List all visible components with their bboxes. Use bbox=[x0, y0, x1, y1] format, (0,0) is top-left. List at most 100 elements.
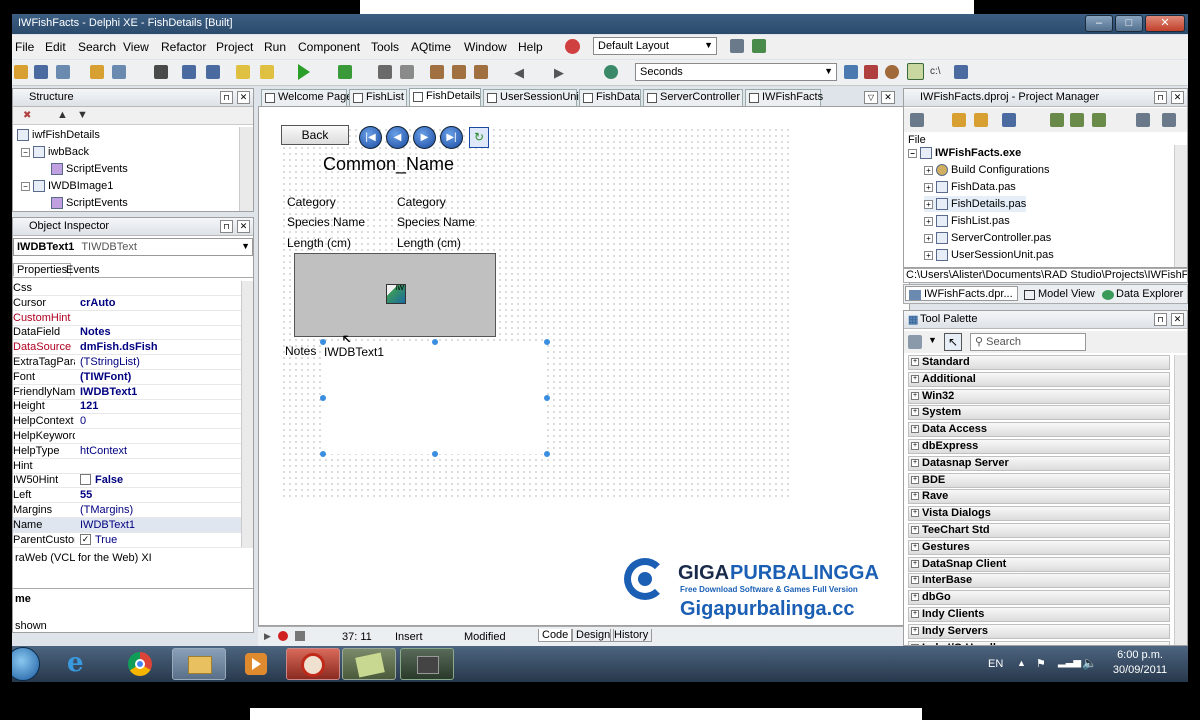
expand-icon[interactable]: + bbox=[911, 374, 919, 383]
resize-handle[interactable] bbox=[544, 395, 550, 401]
property-value[interactable]: False bbox=[95, 473, 123, 487]
property-checkbox[interactable] bbox=[80, 474, 91, 486]
palette-category[interactable]: + dbExpress bbox=[908, 439, 1170, 454]
property-value[interactable]: 0 bbox=[80, 414, 86, 428]
prior-record-button[interactable]: ◀ bbox=[386, 126, 409, 149]
menu-component[interactable]: Component bbox=[298, 40, 360, 54]
property-row[interactable]: CustomHint bbox=[13, 311, 253, 326]
tab-data-explorer[interactable]: Data Explorer bbox=[1100, 287, 1183, 300]
property-row[interactable]: HelpKeyword bbox=[13, 429, 253, 444]
forward-arrow-icon[interactable]: ▶ bbox=[554, 65, 564, 81]
tab-iwfishfacts[interactable]: IWFishFacts bbox=[745, 89, 823, 106]
menu-file[interactable]: File bbox=[15, 40, 34, 54]
tab-code[interactable]: Code bbox=[538, 629, 573, 642]
tab-history[interactable]: History bbox=[610, 629, 653, 642]
property-row[interactable]: DataField Notes bbox=[13, 325, 253, 341]
back-arrow-icon[interactable]: ◀ bbox=[514, 65, 524, 81]
remove-item-icon[interactable] bbox=[974, 113, 988, 127]
volume-icon[interactable]: 🔈 bbox=[1082, 656, 1097, 670]
delete-icon[interactable]: ✖ bbox=[23, 110, 31, 121]
media-player-icon[interactable] bbox=[230, 648, 284, 680]
tab-fishlist[interactable]: FishList bbox=[349, 89, 407, 106]
options-icon[interactable] bbox=[1162, 113, 1176, 127]
property-row[interactable]: Cursor crAuto bbox=[13, 296, 253, 311]
close-icon[interactable]: ✕ bbox=[237, 91, 250, 104]
show-hidden-icons-icon[interactable]: ▲ bbox=[1017, 658, 1026, 668]
minimize-button[interactable]: – bbox=[1085, 15, 1113, 32]
property-row[interactable]: HelpContext 0 bbox=[13, 414, 253, 430]
open-project-icon[interactable] bbox=[56, 65, 70, 79]
expand-icon[interactable]: + bbox=[911, 425, 919, 434]
menu-window[interactable]: Window bbox=[464, 40, 507, 54]
new-icon[interactable] bbox=[14, 65, 28, 79]
menu-aqtime[interactable]: AQtime bbox=[411, 40, 451, 54]
property-row[interactable]: Height 121 bbox=[13, 399, 253, 415]
expand-icon[interactable]: + bbox=[924, 199, 933, 209]
close-button[interactable]: ✕ bbox=[1145, 15, 1185, 32]
property-row[interactable]: ExtraTagParams (TStringList) bbox=[13, 355, 253, 370]
clock-time[interactable]: 6:00 p.m. bbox=[1110, 649, 1170, 661]
pointer-icon[interactable]: ↖ bbox=[944, 333, 962, 351]
play-macro-icon[interactable]: ▶ bbox=[264, 631, 271, 642]
tab-welcome-page[interactable]: Welcome Page bbox=[261, 89, 352, 106]
tab-model-view[interactable]: Model View bbox=[1022, 287, 1095, 300]
component-icon[interactable] bbox=[604, 65, 618, 79]
tab-fishdata[interactable]: FishData bbox=[579, 89, 641, 106]
next-record-button[interactable]: ▶ bbox=[413, 126, 436, 149]
categories-icon[interactable] bbox=[908, 335, 922, 349]
menu-edit[interactable]: Edit bbox=[45, 40, 66, 54]
help-globe-icon[interactable] bbox=[565, 39, 580, 54]
start-button[interactable] bbox=[12, 647, 40, 681]
resize-handle[interactable] bbox=[544, 451, 550, 457]
property-value[interactable]: dmFish.dsFish bbox=[80, 340, 158, 354]
toggle-form-icon[interactable] bbox=[236, 65, 250, 79]
set-debug-desktop-icon[interactable] bbox=[752, 39, 766, 53]
menu-tools[interactable]: Tools bbox=[371, 40, 399, 54]
step-over-icon[interactable] bbox=[452, 65, 466, 79]
pin-icon[interactable]: ⊓ bbox=[220, 220, 233, 233]
palette-category[interactable]: + Data Access bbox=[908, 422, 1170, 438]
close-icon[interactable]: ✕ bbox=[1171, 91, 1184, 104]
stop-icon[interactable] bbox=[400, 65, 414, 79]
expand-icon[interactable]: + bbox=[911, 442, 919, 451]
menu-help[interactable]: Help bbox=[518, 40, 543, 54]
property-checkbox[interactable]: ✓ bbox=[80, 533, 91, 545]
snap-icon[interactable] bbox=[907, 63, 924, 80]
save-desktop-icon[interactable] bbox=[730, 39, 744, 53]
language-indicator[interactable]: EN bbox=[988, 658, 1003, 670]
sort-icon[interactable] bbox=[1136, 113, 1150, 127]
property-row[interactable]: Margins (TMargins) bbox=[13, 503, 253, 518]
palette-category[interactable]: + Datasnap Server bbox=[908, 455, 1170, 471]
last-record-button[interactable]: ▶| bbox=[440, 126, 463, 149]
resize-handle[interactable] bbox=[320, 395, 326, 401]
palette-category[interactable]: + Vista Dialogs bbox=[908, 506, 1170, 522]
resize-handle[interactable] bbox=[320, 451, 326, 457]
palette-category[interactable]: + dbGo bbox=[908, 590, 1170, 606]
collapse-all-icon[interactable] bbox=[1092, 113, 1106, 127]
up-arrow-icon[interactable]: ▲ bbox=[57, 109, 68, 121]
tab-fishdetails[interactable]: FishDetails bbox=[409, 88, 481, 107]
close-icon[interactable]: ✕ bbox=[1171, 313, 1184, 326]
expand-icon[interactable]: + bbox=[911, 626, 919, 635]
pin-icon[interactable]: ⊓ bbox=[1154, 313, 1167, 326]
collapse-icon[interactable]: − bbox=[908, 148, 917, 158]
notes-app-icon[interactable] bbox=[342, 648, 396, 680]
palette-category[interactable]: + Indy Servers bbox=[908, 623, 1170, 639]
palette-category[interactable]: + DataSnap Client bbox=[908, 556, 1170, 572]
collapse-icon[interactable]: − bbox=[21, 181, 30, 191]
camera-app-icon[interactable] bbox=[400, 648, 454, 680]
expand-icon[interactable]: + bbox=[924, 250, 933, 260]
project-item[interactable]: + FishData.pas bbox=[924, 179, 1016, 195]
expand-icon[interactable]: + bbox=[911, 526, 919, 535]
palette-category[interactable]: + InterBase bbox=[908, 573, 1170, 589]
palette-category[interactable]: + Standard bbox=[908, 355, 1170, 370]
project-item[interactable]: + FishList.pas bbox=[924, 213, 1010, 229]
new-form-icon[interactable] bbox=[260, 65, 274, 79]
chrome-icon[interactable] bbox=[114, 648, 168, 680]
property-row[interactable]: Hint bbox=[13, 459, 253, 474]
maximize-button[interactable]: □ bbox=[1115, 15, 1143, 32]
command-prompt-icon[interactable]: c:\ bbox=[930, 66, 941, 77]
expand-icon[interactable]: + bbox=[924, 233, 933, 243]
property-value[interactable]: IWDBText1 bbox=[80, 518, 135, 532]
palette-category[interactable]: + TeeChart Std bbox=[908, 523, 1170, 538]
